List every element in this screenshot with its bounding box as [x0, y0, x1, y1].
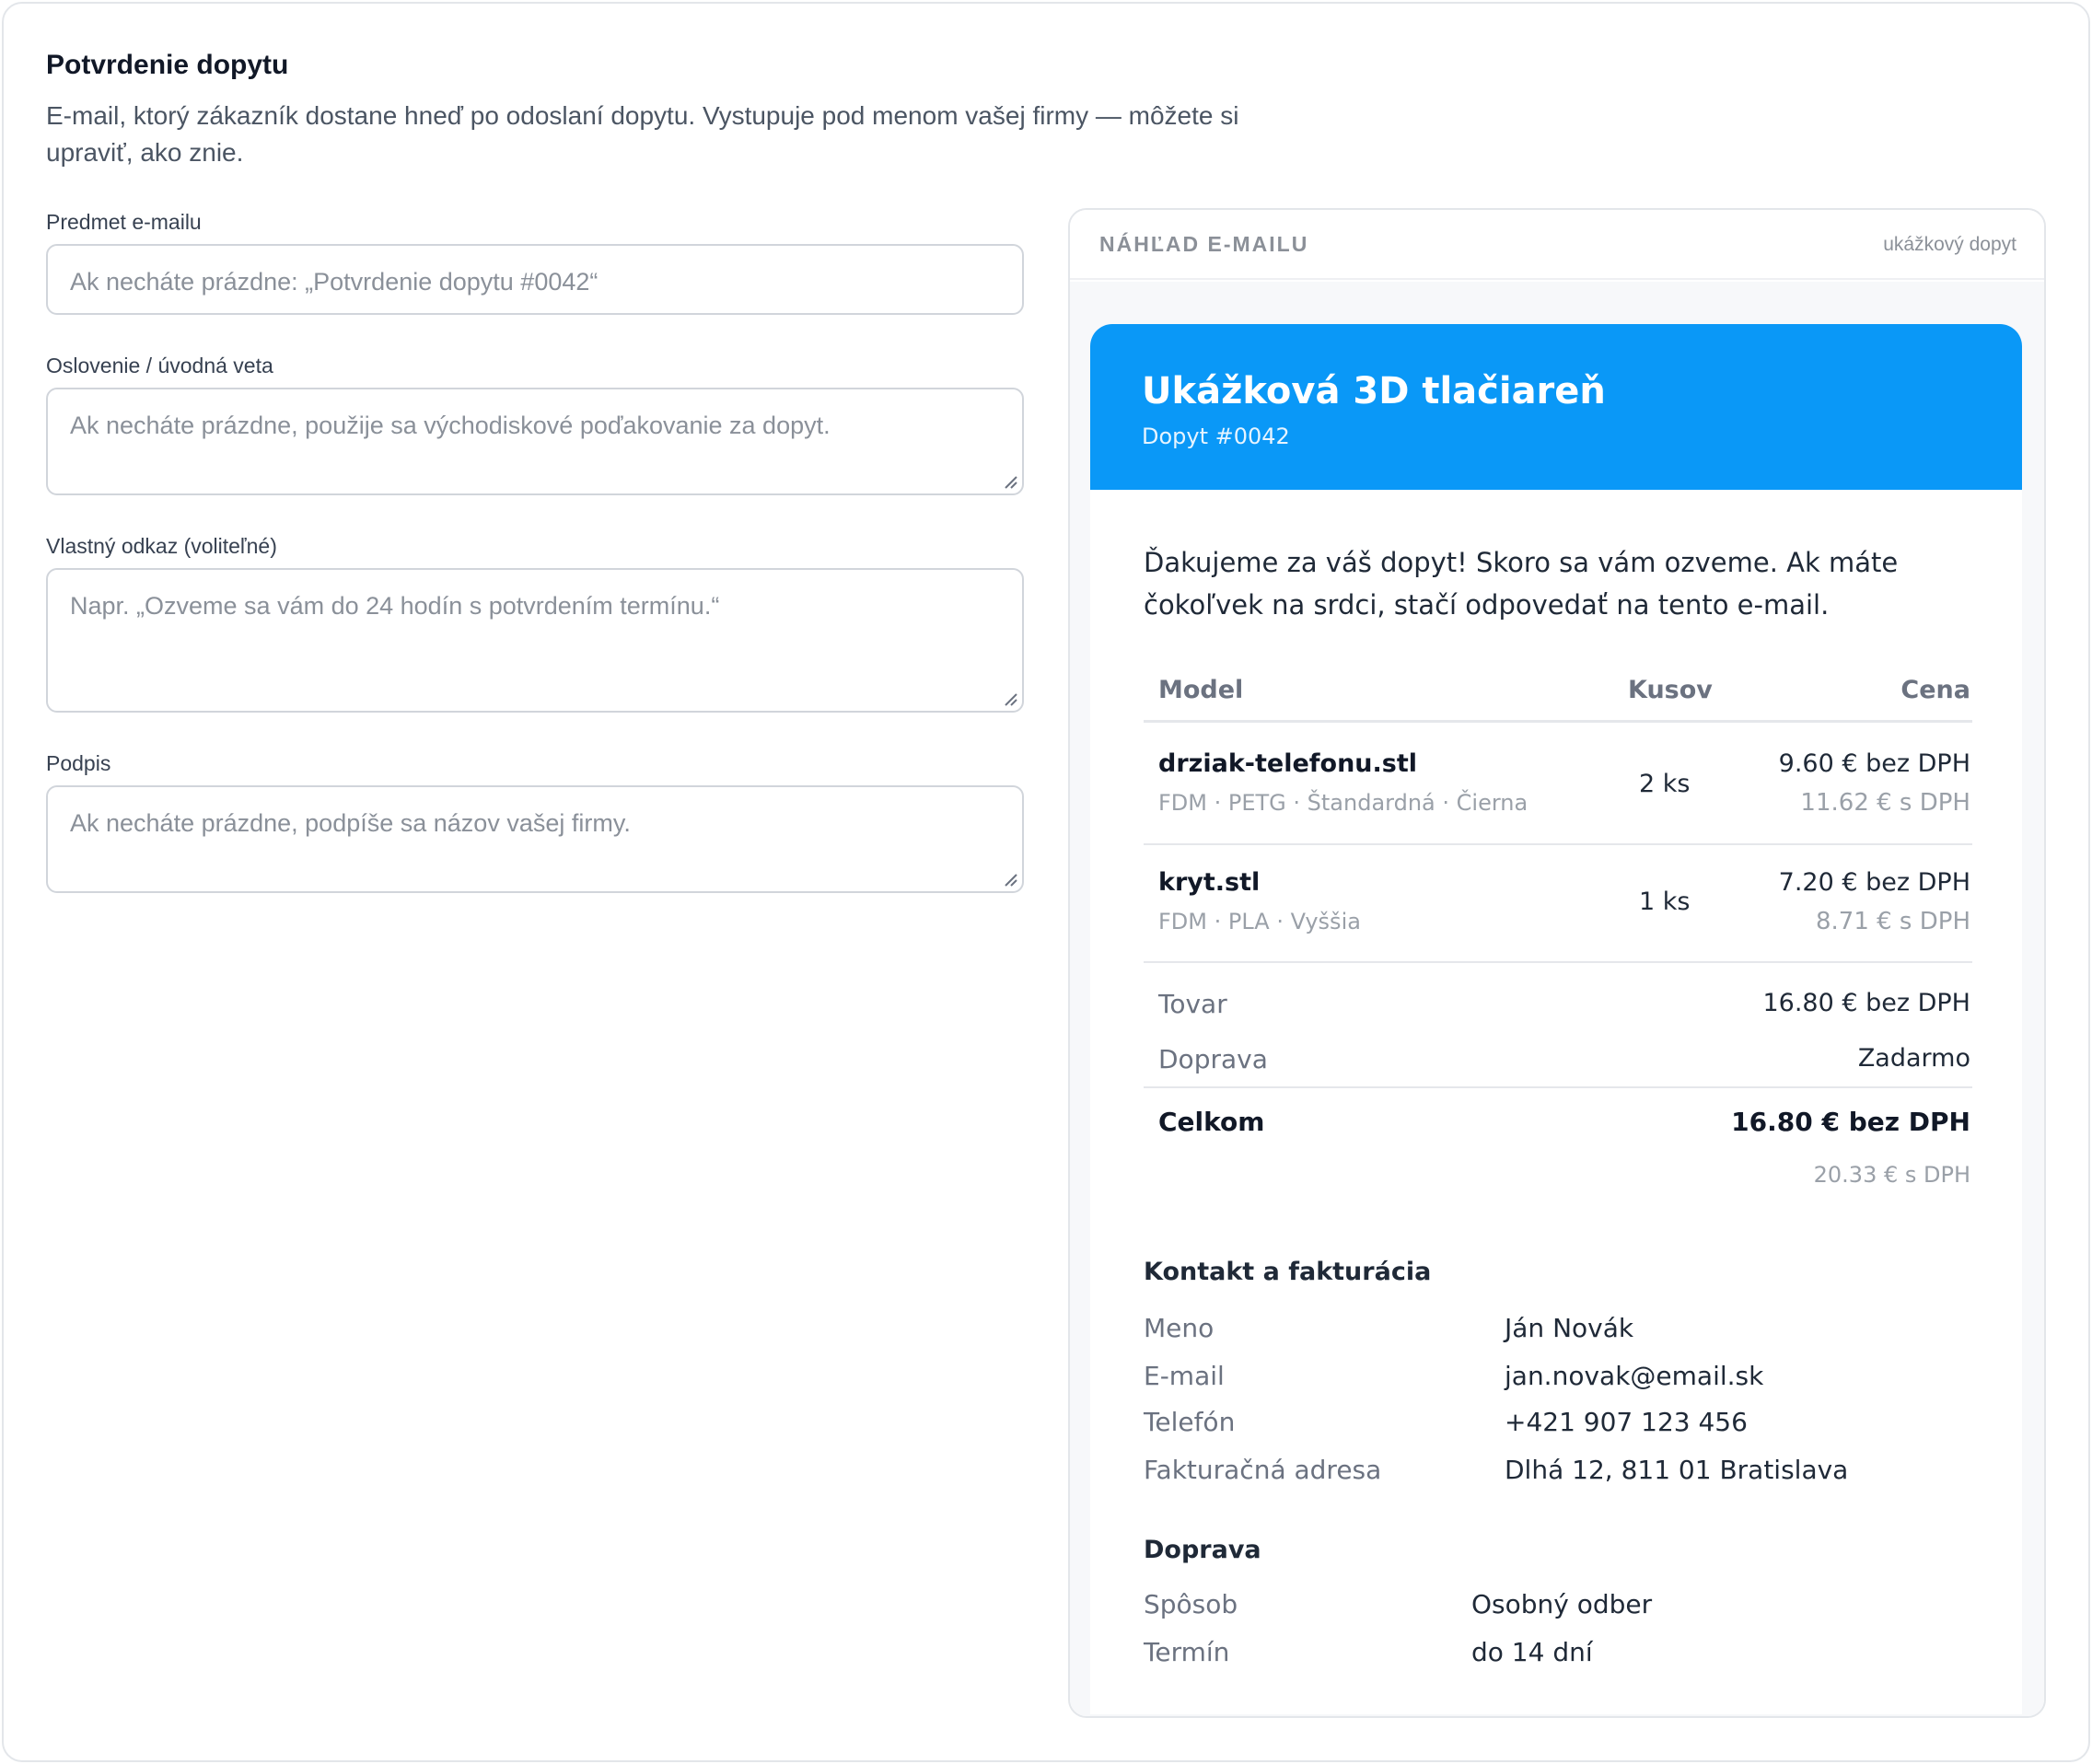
signature-label: Podpis [46, 751, 111, 775]
custom-message-label: Vlastný odkaz (voliteľné) [46, 534, 277, 558]
shipping-key: Spôsob [1144, 1589, 1238, 1619]
table-row-model-name: drziak-telefonu.stl [1158, 749, 1418, 778]
resize-handle-icon[interactable] [1002, 473, 1018, 490]
greeting-placeholder: Ak necháte prázdne, použije sa východisk… [70, 412, 831, 439]
table-row-model-name: kryt.stl [1158, 868, 1261, 897]
email-content: Ďakujeme za váš dopyt! Skoro sa vám ozve… [1090, 490, 2022, 1714]
shipping-value: Osobný odber [1471, 1589, 1653, 1619]
shipping-section-title: Doprava [1144, 1536, 1261, 1564]
resize-handle-icon[interactable] [1002, 871, 1018, 888]
summary-total-label: Celkom [1158, 1107, 1265, 1137]
custom-message-textarea[interactable]: Napr. „Ozveme sa vám do 24 hodín s potvr… [46, 568, 1024, 713]
summary-goods-value: 16.80 € bez DPH [1762, 989, 1970, 1017]
page-description: E-mail, ktorý zákazník dostane hneď po o… [46, 101, 1239, 167]
summary-goods-label: Tovar [1158, 989, 1227, 1019]
email-intro: Ďakujeme za váš dopyt! Skoro sa vám ozve… [1144, 547, 1899, 621]
email-inquiry-number: Dopyt #0042 [1142, 424, 1290, 449]
subject-placeholder: Ak necháte prázdne: „Potvrdenie dopytu #… [70, 268, 599, 296]
subject-input[interactable]: Ak necháte prázdne: „Potvrdenie dopytu #… [46, 244, 1024, 315]
summary-total-value: 16.80 € bez DPH [1731, 1107, 1970, 1137]
table-header-divider [1144, 720, 1972, 723]
table-row-price-gross: 8.71 € s DPH [1815, 908, 1970, 935]
table-header-model: Model [1158, 676, 1244, 704]
greeting-textarea[interactable]: Ak necháte prázdne, použije sa východisk… [46, 388, 1024, 495]
custom-message-placeholder: Napr. „Ozveme sa vám do 24 hodín s potvr… [70, 592, 720, 620]
summary-divider [1144, 1086, 1972, 1088]
preview-sample-label: ukážkový dopyt [1883, 234, 2016, 255]
summary-shipping-value: Zadarmo [1857, 1044, 1970, 1073]
email-shop-name: Ukážková 3D tlačiareň [1142, 370, 1606, 412]
contact-value: Dlhá 12, 811 01 Bratislava [1505, 1455, 1849, 1485]
shipping-key: Termín [1144, 1637, 1230, 1667]
table-row-qty: 1 ks [1639, 888, 1691, 916]
table-row-price-net: 9.60 € bez DPH [1778, 749, 1970, 778]
email-header: Ukážková 3D tlačiareň Dopyt #0042 [1090, 324, 2022, 490]
table-row-divider [1144, 961, 1972, 963]
signature-textarea[interactable]: Ak necháte prázdne, podpíše sa názov vaš… [46, 785, 1024, 893]
contact-section-title: Kontakt a fakturácia [1144, 1258, 1432, 1286]
table-row-price-net: 7.20 € bez DPH [1778, 868, 1970, 897]
contact-value: Ján Novák [1505, 1313, 1634, 1343]
table-row-price-gross: 11.62 € s DPH [1800, 789, 1970, 817]
preview-header: NÁHĽAD E-MAILU ukážkový dopyt [1070, 210, 2044, 280]
table-row-qty: 2 ks [1639, 770, 1691, 798]
shipping-value: do 14 dní [1471, 1637, 1593, 1667]
table-row-divider [1144, 843, 1972, 845]
table-row-model-meta: FDM · PETG · Štandardná · Čierna [1158, 790, 1528, 816]
preview-title: NÁHĽAD E-MAILU [1099, 232, 1309, 256]
greeting-label: Oslovenie / úvodná veta [46, 354, 273, 377]
subject-label: Predmet e-mailu [46, 210, 202, 234]
summary-shipping-label: Doprava [1158, 1044, 1268, 1074]
contact-key: E-mail [1144, 1361, 1225, 1391]
table-header-qty: Kusov [1628, 676, 1713, 704]
page-title: Potvrdenie dopytu [46, 50, 289, 80]
contact-key: Meno [1144, 1313, 1215, 1343]
table-row-model-meta: FDM · PLA · Vyššia [1158, 909, 1361, 934]
contact-value: jan.novak@email.sk [1505, 1361, 1764, 1391]
contact-value: +421 907 123 456 [1505, 1407, 1748, 1437]
summary-total-gross: 20.33 € s DPH [1813, 1162, 1970, 1188]
resize-handle-icon[interactable] [1002, 691, 1018, 707]
signature-placeholder: Ak necháte prázdne, podpíše sa názov vaš… [70, 809, 631, 837]
contact-key: Telefón [1144, 1407, 1236, 1437]
contact-key: Fakturačná adresa [1144, 1455, 1382, 1485]
table-header-price: Cena [1900, 676, 1970, 704]
